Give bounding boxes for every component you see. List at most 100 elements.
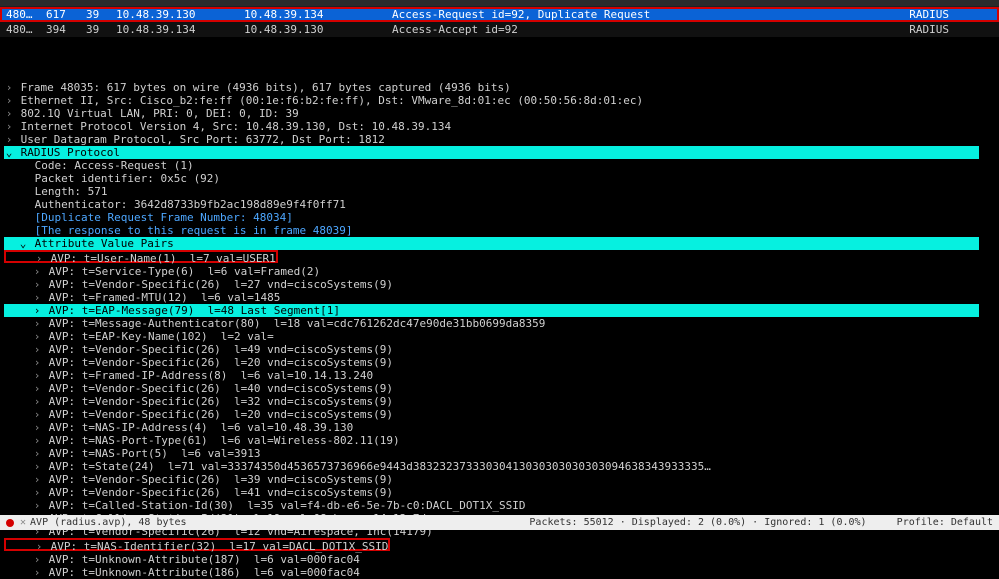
tree-toggle-icon[interactable]: ›	[32, 421, 42, 434]
tree-toggle-icon[interactable]: ›	[32, 473, 42, 486]
tree-node-text: AVP: t=Vendor-Specific(26) l=27 vnd=cisc…	[42, 278, 393, 291]
tree-node-text: AVP: t=Vendor-Specific(26) l=20 vnd=cisc…	[42, 408, 393, 421]
tree-avp-node[interactable]: › AVP: t=Service-Type(6) l=6 val=Framed(…	[4, 265, 999, 278]
tree-top-node[interactable]: ⌄ RADIUS Protocol	[4, 146, 979, 159]
tree-toggle-icon[interactable]: ›	[32, 566, 42, 579]
tree-toggle-icon[interactable]	[18, 211, 28, 224]
tree-field-node[interactable]: [Duplicate Request Frame Number: 48034]	[4, 211, 999, 224]
tree-avp-node[interactable]: › AVP: t=EAP-Key-Name(102) l=2 val=	[4, 330, 999, 343]
tree-avp-node[interactable]: › AVP: t=State(24) l=71 val=33374350d453…	[4, 460, 999, 473]
packet-row[interactable]: 480…3943910.48.39.13410.48.39.130Access-…	[0, 22, 999, 37]
tree-toggle-icon[interactable]	[18, 185, 28, 198]
packet-details-pane[interactable]: › Frame 48035: 617 bytes on wire (4936 b…	[0, 81, 999, 579]
tree-top-node[interactable]: › User Datagram Protocol, Src Port: 6377…	[4, 133, 999, 146]
tree-avp-node[interactable]: › AVP: t=Vendor-Specific(26) l=20 vnd=ci…	[4, 408, 999, 421]
tree-toggle-icon[interactable]: ›	[32, 408, 42, 421]
tree-node-text: User Datagram Protocol, Src Port: 63772,…	[14, 133, 385, 146]
tree-toggle-icon[interactable]: ›	[4, 107, 14, 120]
tree-toggle-icon[interactable]: ›	[32, 553, 42, 566]
status-packet-counts: Packets: 55012 · Displayed: 2 (0.0%) · I…	[529, 517, 866, 528]
tree-toggle-icon[interactable]: ›	[32, 382, 42, 395]
tree-avp-node[interactable]: › AVP: t=Vendor-Specific(26) l=27 vnd=ci…	[4, 278, 999, 291]
tree-toggle-icon[interactable]: ›	[34, 540, 44, 553]
tree-avp-node[interactable]: › AVP: t=EAP-Message(79) l=48 Last Segme…	[4, 304, 979, 317]
tree-avp-node[interactable]: › AVP: t=Vendor-Specific(26) l=49 vnd=ci…	[4, 343, 999, 356]
tree-toggle-icon[interactable]: ›	[34, 252, 44, 265]
tree-toggle-icon[interactable]: ›	[32, 265, 42, 278]
tree-toggle-icon[interactable]	[18, 172, 28, 185]
tree-field-node[interactable]: Authenticator: 3642d8733b9fb2ac198d89e9f…	[4, 198, 999, 211]
tree-field-node[interactable]: Packet identifier: 0x5c (92)	[4, 172, 999, 185]
tree-field-node[interactable]: Code: Access-Request (1)	[4, 159, 999, 172]
tree-avp-node[interactable]: › AVP: t=Vendor-Specific(26) l=20 vnd=ci…	[4, 356, 999, 369]
tree-toggle-icon[interactable]: ⌄	[18, 237, 28, 250]
tree-toggle-icon[interactable]: ›	[32, 343, 42, 356]
tree-field-node[interactable]: ⌄ Attribute Value Pairs	[4, 237, 979, 250]
tree-toggle-icon[interactable]: ›	[4, 81, 14, 94]
tree-top-node[interactable]: › Frame 48035: 617 bytes on wire (4936 b…	[4, 81, 999, 94]
tree-node-text: AVP: t=Vendor-Specific(26) l=41 vnd=cisc…	[42, 486, 393, 499]
tree-toggle-icon[interactable]	[18, 198, 28, 211]
tree-node-text: AVP: t=Vendor-Specific(26) l=32 vnd=cisc…	[42, 395, 393, 408]
tree-node-text: Authenticator: 3642d8733b9fb2ac198d89e9f…	[28, 198, 346, 211]
tree-node-text: AVP: t=Message-Authenticator(80) l=18 va…	[42, 317, 545, 330]
tree-avp-node[interactable]: › AVP: t=Vendor-Specific(26) l=41 vnd=ci…	[4, 486, 999, 499]
tree-toggle-icon[interactable]: ›	[32, 317, 42, 330]
tree-avp-node[interactable]: › AVP: t=Message-Authenticator(80) l=18 …	[4, 317, 999, 330]
tree-node-text: AVP: t=Framed-MTU(12) l=6 val=1485	[42, 291, 280, 304]
tree-avp-node[interactable]: › AVP: t=Vendor-Specific(26) l=40 vnd=ci…	[4, 382, 999, 395]
tree-toggle-icon[interactable]: ›	[32, 304, 42, 317]
tree-node-text: Internet Protocol Version 4, Src: 10.48.…	[14, 120, 451, 133]
status-profile[interactable]: Profile: Default	[897, 517, 993, 528]
tree-avp-node[interactable]: › AVP: t=Unknown-Attribute(187) l=6 val=…	[4, 553, 999, 566]
tree-toggle-icon[interactable]	[18, 159, 28, 172]
tree-avp-node[interactable]: › AVP: t=NAS-Port(5) l=6 val=3913	[4, 447, 999, 460]
tree-node-text: RADIUS Protocol	[14, 146, 120, 159]
tree-node-text: Attribute Value Pairs	[28, 237, 174, 250]
tree-field-node[interactable]: [The response to this request is in fram…	[4, 224, 999, 237]
tree-node-text: Packet identifier: 0x5c (92)	[28, 172, 220, 185]
tree-toggle-icon[interactable]	[18, 224, 28, 237]
tree-top-node[interactable]: › Internet Protocol Version 4, Src: 10.4…	[4, 120, 999, 133]
tree-toggle-icon[interactable]: ›	[32, 499, 42, 512]
tree-node-text: AVP: t=EAP-Message(79) l=48 Last Segment…	[42, 304, 340, 317]
tree-avp-node[interactable]: › AVP: t=User-Name(1) l=7 val=USER1	[4, 250, 278, 263]
tree-top-node[interactable]: › Ethernet II, Src: Cisco_b2:fe:ff (00:1…	[4, 94, 999, 107]
tree-toggle-icon[interactable]: ›	[4, 133, 14, 146]
tree-toggle-icon[interactable]: ›	[32, 434, 42, 447]
tree-avp-node[interactable]: › AVP: t=Framed-MTU(12) l=6 val=1485	[4, 291, 999, 304]
tree-toggle-icon[interactable]: ›	[32, 278, 42, 291]
status-left: AVP (radius.avp), 48 bytes	[30, 517, 187, 528]
status-bar: ✕ AVP (radius.avp), 48 bytes Packets: 55…	[0, 515, 999, 530]
tree-toggle-icon[interactable]: ›	[32, 330, 42, 343]
tree-toggle-icon[interactable]: ›	[32, 369, 42, 382]
tree-toggle-icon[interactable]: ⌄	[4, 146, 14, 159]
tree-avp-node[interactable]: › AVP: t=NAS-IP-Address(4) l=6 val=10.48…	[4, 421, 999, 434]
tree-avp-node[interactable]: › AVP: t=NAS-Identifier(32) l=17 val=DAC…	[4, 538, 390, 551]
tree-node-text: [Duplicate Request Frame Number: 48034]	[28, 211, 293, 224]
tree-toggle-icon[interactable]: ›	[32, 486, 42, 499]
packet-row[interactable]: 480…6173910.48.39.13010.48.39.134Access-…	[0, 7, 999, 22]
tree-avp-node[interactable]: › AVP: t=NAS-Port-Type(61) l=6 val=Wirel…	[4, 434, 999, 447]
tree-toggle-icon[interactable]: ›	[4, 120, 14, 133]
tree-node-text: Length: 571	[28, 185, 107, 198]
tree-node-text: AVP: t=Vendor-Specific(26) l=39 vnd=cisc…	[42, 473, 393, 486]
close-icon[interactable]: ✕	[20, 517, 26, 528]
tree-avp-node[interactable]: › AVP: t=Unknown-Attribute(186) l=6 val=…	[4, 566, 999, 579]
tree-node-text: [The response to this request is in fram…	[28, 224, 353, 237]
tree-node-text: AVP: t=Framed-IP-Address(8) l=6 val=10.1…	[42, 369, 373, 382]
tree-toggle-icon[interactable]: ›	[32, 460, 42, 473]
tree-toggle-icon[interactable]: ›	[32, 395, 42, 408]
tree-toggle-icon[interactable]: ›	[32, 356, 42, 369]
expert-info-icon[interactable]	[6, 519, 14, 527]
tree-avp-node[interactable]: › AVP: t=Framed-IP-Address(8) l=6 val=10…	[4, 369, 999, 382]
tree-toggle-icon[interactable]: ›	[32, 291, 42, 304]
tree-avp-node[interactable]: › AVP: t=Vendor-Specific(26) l=32 vnd=ci…	[4, 395, 999, 408]
tree-toggle-icon[interactable]: ›	[4, 94, 14, 107]
tree-node-text: AVP: t=Vendor-Specific(26) l=40 vnd=cisc…	[42, 382, 393, 395]
tree-toggle-icon[interactable]: ›	[32, 447, 42, 460]
tree-top-node[interactable]: › 802.1Q Virtual LAN, PRI: 0, DEI: 0, ID…	[4, 107, 999, 120]
tree-field-node[interactable]: Length: 571	[4, 185, 999, 198]
packet-list-pane[interactable]: 480…6173910.48.39.13010.48.39.134Access-…	[0, 6, 999, 37]
tree-avp-node[interactable]: › AVP: t=Vendor-Specific(26) l=39 vnd=ci…	[4, 473, 999, 486]
